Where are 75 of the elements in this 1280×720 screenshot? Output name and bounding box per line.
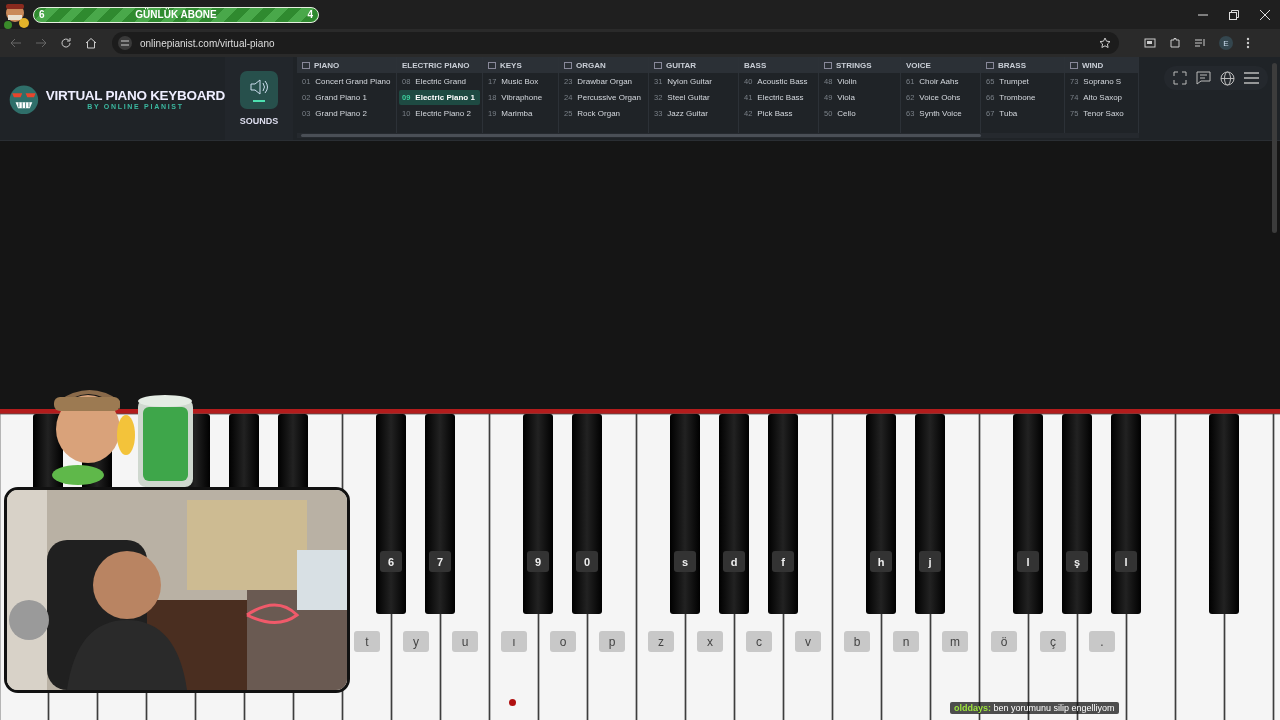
speaker-icon <box>249 78 269 96</box>
key-label: ç <box>1040 631 1066 652</box>
key-label: d <box>723 551 745 572</box>
page-scrollbar[interactable] <box>1272 63 1277 233</box>
profile-avatar[interactable]: E <box>1219 36 1233 50</box>
goal-count: 6 <box>39 9 45 20</box>
key-label: b <box>844 631 870 652</box>
key-label: m <box>942 631 968 652</box>
key-label: j <box>919 551 941 572</box>
url-text: onlinepianist.com/virtual-piano <box>140 37 275 49</box>
category-icon <box>824 61 832 69</box>
chat-message: olddays: ben yorumunu silip engelliyom <box>950 702 1119 714</box>
category-title: STRINGS <box>836 60 872 70</box>
key-label: ş <box>1066 551 1088 572</box>
category-title: BRASS <box>998 60 1026 70</box>
close-icon[interactable] <box>1260 9 1270 20</box>
category-icon <box>986 61 994 69</box>
restore-icon[interactable] <box>1229 9 1239 20</box>
star-icon[interactable] <box>1099 37 1111 49</box>
category-icon <box>654 61 662 69</box>
site-info-icon[interactable] <box>118 36 132 50</box>
key-label: 9 <box>527 551 549 572</box>
goal-label: GÜNLÜK ABONE <box>135 9 217 20</box>
key-label: l <box>1115 551 1137 572</box>
forward-icon[interactable] <box>35 37 47 49</box>
category-title: KEYS <box>500 60 522 70</box>
category-icon <box>1070 61 1078 69</box>
key-label: 7 <box>429 551 451 572</box>
category-title: WIND <box>1082 60 1104 70</box>
key-label: . <box>1089 631 1115 652</box>
category-title: BASS <box>744 60 767 70</box>
key-label: c <box>746 631 772 652</box>
media-icon[interactable] <box>1194 37 1206 49</box>
key-label: s <box>674 551 696 572</box>
key-label: 0 <box>576 551 598 572</box>
key-label: u <box>452 631 478 652</box>
key-label: 6 <box>380 551 402 572</box>
key-label: f <box>772 551 794 572</box>
logo-title: VIRTUAL PIANO KEYBOARD <box>45 87 225 103</box>
key-label: v <box>795 631 821 652</box>
reload-icon[interactable] <box>60 37 72 49</box>
key-label: z <box>648 631 674 652</box>
fullscreen-icon[interactable] <box>1172 71 1187 85</box>
category-title: ORGAN <box>576 60 606 70</box>
sounds-button[interactable] <box>240 71 278 109</box>
key-label: t <box>354 631 380 652</box>
category-title: ELECTRIC PIANO <box>402 60 470 70</box>
sounds-label: SOUNDS <box>239 116 279 126</box>
menu-icon[interactable] <box>1244 72 1260 84</box>
pressed-dot <box>509 699 516 706</box>
key-label: ı <box>501 631 527 652</box>
home-icon[interactable] <box>85 37 97 49</box>
goal-count: 4 <box>307 9 313 20</box>
address-bar[interactable]: onlinepianist.com/virtual-piano <box>112 32 1119 54</box>
key-label: o <box>550 631 576 652</box>
extensions-icon[interactable] <box>1169 37 1181 49</box>
key-label: y <box>403 631 429 652</box>
key-label: n <box>893 631 919 652</box>
key-label: ö <box>991 631 1017 652</box>
category-title: PIANO <box>314 60 340 70</box>
more-icon[interactable] <box>1246 37 1250 49</box>
back-icon[interactable] <box>10 37 22 49</box>
category-icon <box>488 61 496 69</box>
category-icon <box>302 61 310 69</box>
globe-icon[interactable] <box>1220 70 1236 86</box>
tab-search-icon[interactable] <box>1144 37 1156 49</box>
chat-icon[interactable] <box>1195 71 1211 85</box>
key-label: l <box>1017 551 1039 572</box>
key-label: h <box>870 551 892 572</box>
category-icon <box>564 61 572 69</box>
category-title: VOICE <box>906 60 931 70</box>
key-label: p <box>599 631 625 652</box>
category-title: GUITAR <box>666 60 697 70</box>
key-label: x <box>697 631 723 652</box>
scrollbar[interactable] <box>297 133 1139 138</box>
